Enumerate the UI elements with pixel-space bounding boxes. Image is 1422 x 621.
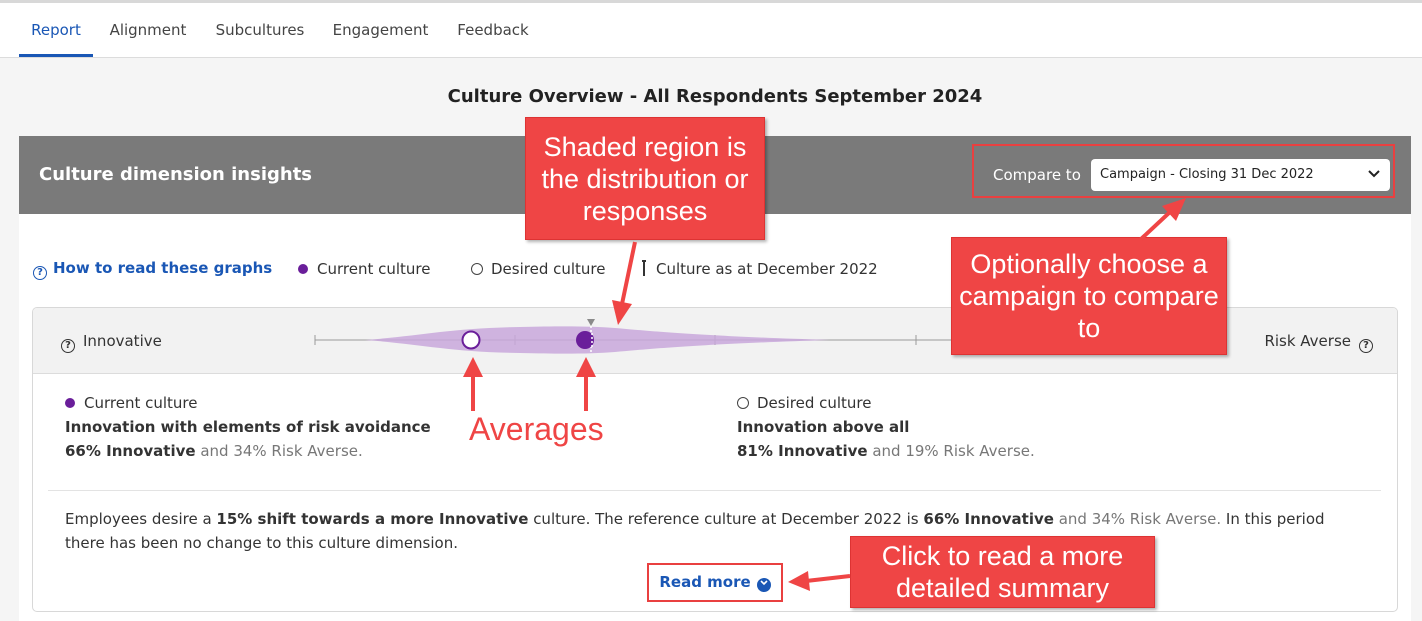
desired-summary: Desired culture Innovation above all 81%…: [737, 391, 1035, 463]
desired-pct-bold: 81% Innovative: [737, 442, 868, 460]
current-summary-heading: Current culture: [84, 394, 198, 412]
current-pct-rest: and 34% Risk Averse.: [200, 442, 363, 460]
para-muted: and 34% Risk Averse.: [1053, 510, 1222, 528]
para-text: Employees desire a: [65, 510, 217, 528]
desired-summary-title: Innovation above all: [737, 418, 910, 436]
desired-summary-heading: Desired culture: [757, 394, 872, 412]
annotation-averages: Averages: [469, 411, 604, 447]
reference-marker: [587, 319, 595, 326]
current-pct-bold: 66% Innovative: [65, 442, 196, 460]
divider: [48, 490, 1381, 491]
current-summary-title: Innovation with elements of risk avoidan…: [65, 418, 431, 436]
desired-pct-rest: and 19% Risk Averse.: [872, 442, 1035, 460]
desired-average-marker: [461, 330, 481, 350]
distribution-shape: [365, 326, 830, 354]
desired-culture-circle-icon: [737, 397, 749, 409]
annotation-read-more: Click to read a more detailed summary: [850, 536, 1155, 608]
chevron-down-circle-icon: [756, 578, 771, 592]
current-culture-dot-icon: [65, 398, 75, 408]
summary-paragraph: Employees desire a 15% shift towards a m…: [65, 507, 1365, 555]
read-more-label: Read more: [659, 573, 751, 591]
read-more-button[interactable]: Read more: [647, 563, 783, 602]
para-bold: 66% Innovative: [923, 510, 1054, 528]
current-summary: Current culture Innovation with elements…: [65, 391, 431, 463]
annotation-compare-campaign: Optionally choose a campaign to compare …: [951, 237, 1227, 355]
annotation-shaded-region: Shaded region is the distribution or res…: [525, 117, 765, 240]
para-text: culture. The reference culture at Decemb…: [528, 510, 924, 528]
para-bold: 15% shift towards a more Innovative: [216, 510, 529, 528]
